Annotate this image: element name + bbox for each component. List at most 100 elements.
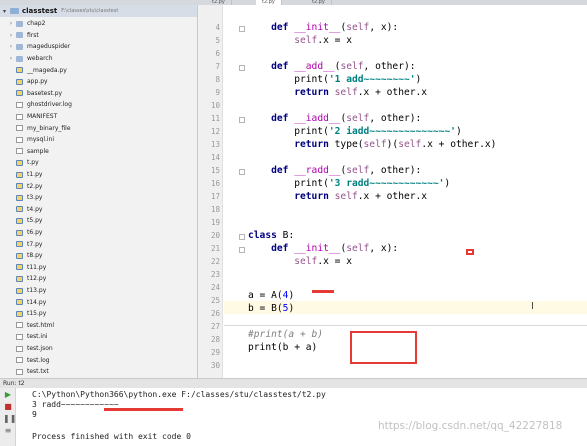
exit-message: Process finished with exit code 0 [32, 432, 191, 441]
code-line: return self.x + other.x [294, 191, 428, 202]
file-icon [16, 136, 23, 143]
scroll-icon[interactable]: ≡ [3, 426, 13, 435]
tree-file[interactable]: t4.py [16, 204, 42, 216]
code-line: def __iadd__(self, other): [271, 113, 422, 124]
tree-file[interactable]: t2.py [16, 180, 42, 192]
method-separator [224, 325, 587, 326]
expand-arrow-icon[interactable]: › [6, 32, 16, 39]
expand-arrow-icon[interactable]: › [6, 55, 16, 62]
run-tab-label[interactable]: t2 [18, 380, 24, 387]
tree-file[interactable]: __mageda.py [16, 64, 67, 76]
line-number: 14 [210, 153, 220, 162]
line-number: 5 [215, 36, 220, 45]
fold-marker-icon[interactable] [239, 234, 245, 240]
python-file-icon [16, 67, 23, 74]
python-file-icon [16, 275, 23, 282]
run-icon: Run: [3, 380, 19, 387]
line-number: 10 [210, 101, 220, 110]
tree-file[interactable]: test.ini [16, 331, 48, 343]
code-line: return type(self)(self.x + other.x) [294, 139, 497, 150]
project-root-name: classtest [22, 7, 58, 15]
expand-arrow-icon[interactable]: › [6, 20, 16, 27]
tree-file[interactable]: test.log [16, 354, 50, 366]
run-panel: Run: t2 ▶ ■ ❚❚ ≡ C:\Python\Python366\pyt… [0, 378, 587, 446]
line-number: 25 [210, 296, 220, 305]
code-line: print('2 iadd~~~~~~~~~~~~~~') [248, 126, 462, 137]
tree-item-label: app.py [27, 78, 48, 86]
code-line: print('1 add~~~~~~~~') [248, 74, 422, 85]
tree-file[interactable]: basetest.py [16, 88, 62, 100]
pause-icon[interactable]: ❚❚ [3, 414, 16, 423]
code-line: return self.x + other.x [294, 87, 428, 98]
code-line: self.x = x [294, 35, 352, 46]
line-number: 15 [210, 166, 220, 175]
tree-file[interactable]: t7.py [16, 238, 42, 250]
tree-file[interactable]: test.json [16, 343, 53, 355]
code-line: def __init__(self, x): [271, 22, 399, 33]
project-root[interactable]: ▾ classtest F:\classes\stu\classtest [0, 5, 197, 17]
tree-file[interactable]: t11.py [16, 262, 46, 274]
line-number: 28 [210, 335, 220, 344]
file-icon [16, 322, 23, 329]
python-file-icon [16, 171, 23, 178]
tree-file[interactable]: t8.py [16, 250, 42, 262]
line-number: 7 [215, 62, 220, 71]
tree-folder-webarch[interactable]: › webarch [6, 53, 53, 65]
fold-marker-icon[interactable] [239, 247, 245, 253]
line-number: 9 [215, 88, 220, 97]
fold-marker-icon[interactable] [239, 169, 245, 175]
expand-arrow-icon[interactable]: › [6, 43, 16, 50]
tree-file[interactable]: t1.py [16, 169, 42, 181]
tree-file[interactable]: my_binary_file [16, 122, 71, 134]
rerun-icon[interactable]: ▶ [3, 390, 13, 399]
tree-file[interactable]: sample [16, 146, 49, 158]
fold-marker-icon[interactable] [239, 117, 245, 123]
tree-file[interactable]: t15.py [16, 308, 46, 320]
line-number: 13 [210, 140, 220, 149]
tree-file[interactable]: app.py [16, 76, 48, 88]
tree-file[interactable]: t13.py [16, 285, 46, 297]
tree-item-label: t14.py [27, 298, 47, 306]
tree-file[interactable]: t3.py [16, 192, 42, 204]
code-line: def __radd__(self, other): [271, 165, 422, 176]
tree-item-label: __mageda.py [27, 66, 67, 74]
python-file-icon [16, 264, 23, 271]
expand-arrow-icon[interactable]: ▾ [3, 8, 10, 15]
stop-icon[interactable]: ■ [3, 402, 13, 411]
file-icon [16, 345, 23, 352]
tree-file[interactable]: t6.py [16, 227, 42, 239]
tree-item-label: test.txt [27, 368, 49, 376]
tree-folder-first[interactable]: › first [6, 30, 39, 42]
tree-file[interactable]: ghostdriver.log [16, 99, 72, 111]
tree-file[interactable]: test.html [16, 320, 54, 332]
tree-file[interactable]: t12.py [16, 273, 46, 285]
tree-folder-mageduspider[interactable]: › mageduspider [6, 41, 70, 53]
folder-icon [10, 8, 19, 14]
line-number: 19 [210, 218, 220, 227]
tree-file[interactable]: t5.py [16, 215, 42, 227]
fold-marker-icon[interactable] [239, 26, 245, 32]
folder-icon [16, 32, 23, 39]
file-icon [16, 368, 23, 375]
line-number: 4 [215, 23, 220, 32]
python-file-icon [16, 252, 23, 259]
tree-item-label: t15.py [27, 310, 47, 318]
tree-file[interactable]: test.txt [16, 366, 49, 378]
run-tab-header[interactable]: Run: t2 [0, 379, 587, 388]
python-file-icon [16, 206, 23, 213]
tree-file[interactable]: t14.py [16, 296, 46, 308]
line-number: 17 [210, 192, 220, 201]
python-file-icon [16, 78, 23, 85]
code-editor[interactable]: 4 5 6 7 8 9 10 11 12 13 14 15 16 17 18 19 20 21 22 23 24 25 26… [199, 5, 587, 378]
tree-file[interactable]: mysql.ini [16, 134, 54, 146]
tree-file[interactable]: t.py [16, 157, 39, 169]
project-root-path: F:\classes\stu\classtest [61, 8, 119, 14]
tree-item-label: chap2 [27, 20, 46, 28]
python-file-icon [16, 229, 23, 236]
tree-item-label: first [27, 31, 39, 39]
tree-folder-chap2[interactable]: › chap2 [6, 18, 46, 30]
file-icon [16, 125, 23, 132]
fold-marker-icon[interactable] [239, 65, 245, 71]
python-file-icon [16, 299, 23, 306]
tree-file[interactable]: MANIFEST [16, 111, 57, 123]
